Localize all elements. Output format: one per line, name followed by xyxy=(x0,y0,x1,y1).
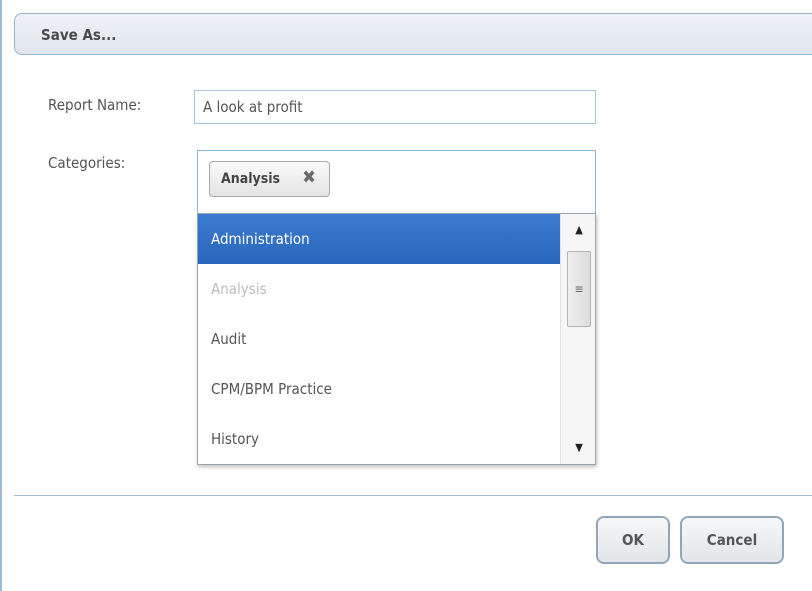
categories-field[interactable]: Analysis ✖ xyxy=(197,150,596,213)
categories-search-input[interactable] xyxy=(338,165,582,195)
scrollbar-thumb[interactable]: ≡ xyxy=(567,251,591,327)
dropdown-option-audit[interactable]: Audit xyxy=(198,314,560,364)
categories-dropdown-list: Administration Analysis Audit CPM/BPM Pr… xyxy=(197,213,596,465)
dropdown-option-administration[interactable]: Administration xyxy=(198,214,560,264)
report-name-label: Report Name: xyxy=(48,96,142,114)
report-name-input[interactable] xyxy=(194,90,596,124)
categories-label: Categories: xyxy=(48,154,126,172)
dropdown-option-analysis: Analysis xyxy=(211,280,267,298)
ok-button[interactable]: OK xyxy=(596,516,670,564)
grip-icon: ≡ xyxy=(574,282,584,296)
dropdown-option-cpm-bpm-practice[interactable]: CPM/BPM Practice xyxy=(198,364,560,414)
footer-divider xyxy=(14,495,812,496)
scroll-down-arrow-icon[interactable]: ▼ xyxy=(571,442,587,454)
close-icon[interactable]: ✖ xyxy=(300,168,318,188)
dropdown-option-history[interactable]: History xyxy=(198,414,560,464)
dialog-titlebar[interactable]: Save As... xyxy=(14,13,812,55)
dropdown-scrollbar[interactable]: ▲ ≡ ▼ xyxy=(560,214,595,464)
category-chip-analysis: Analysis ✖ xyxy=(209,161,330,197)
chip-label: Analysis xyxy=(221,171,281,187)
save-as-dialog: Save As... Report Name: Categories: Anal… xyxy=(0,0,812,591)
cancel-button[interactable]: Cancel xyxy=(680,516,784,564)
scroll-up-arrow-icon[interactable]: ▲ xyxy=(571,224,587,236)
dialog-title: Save As... xyxy=(41,26,117,44)
